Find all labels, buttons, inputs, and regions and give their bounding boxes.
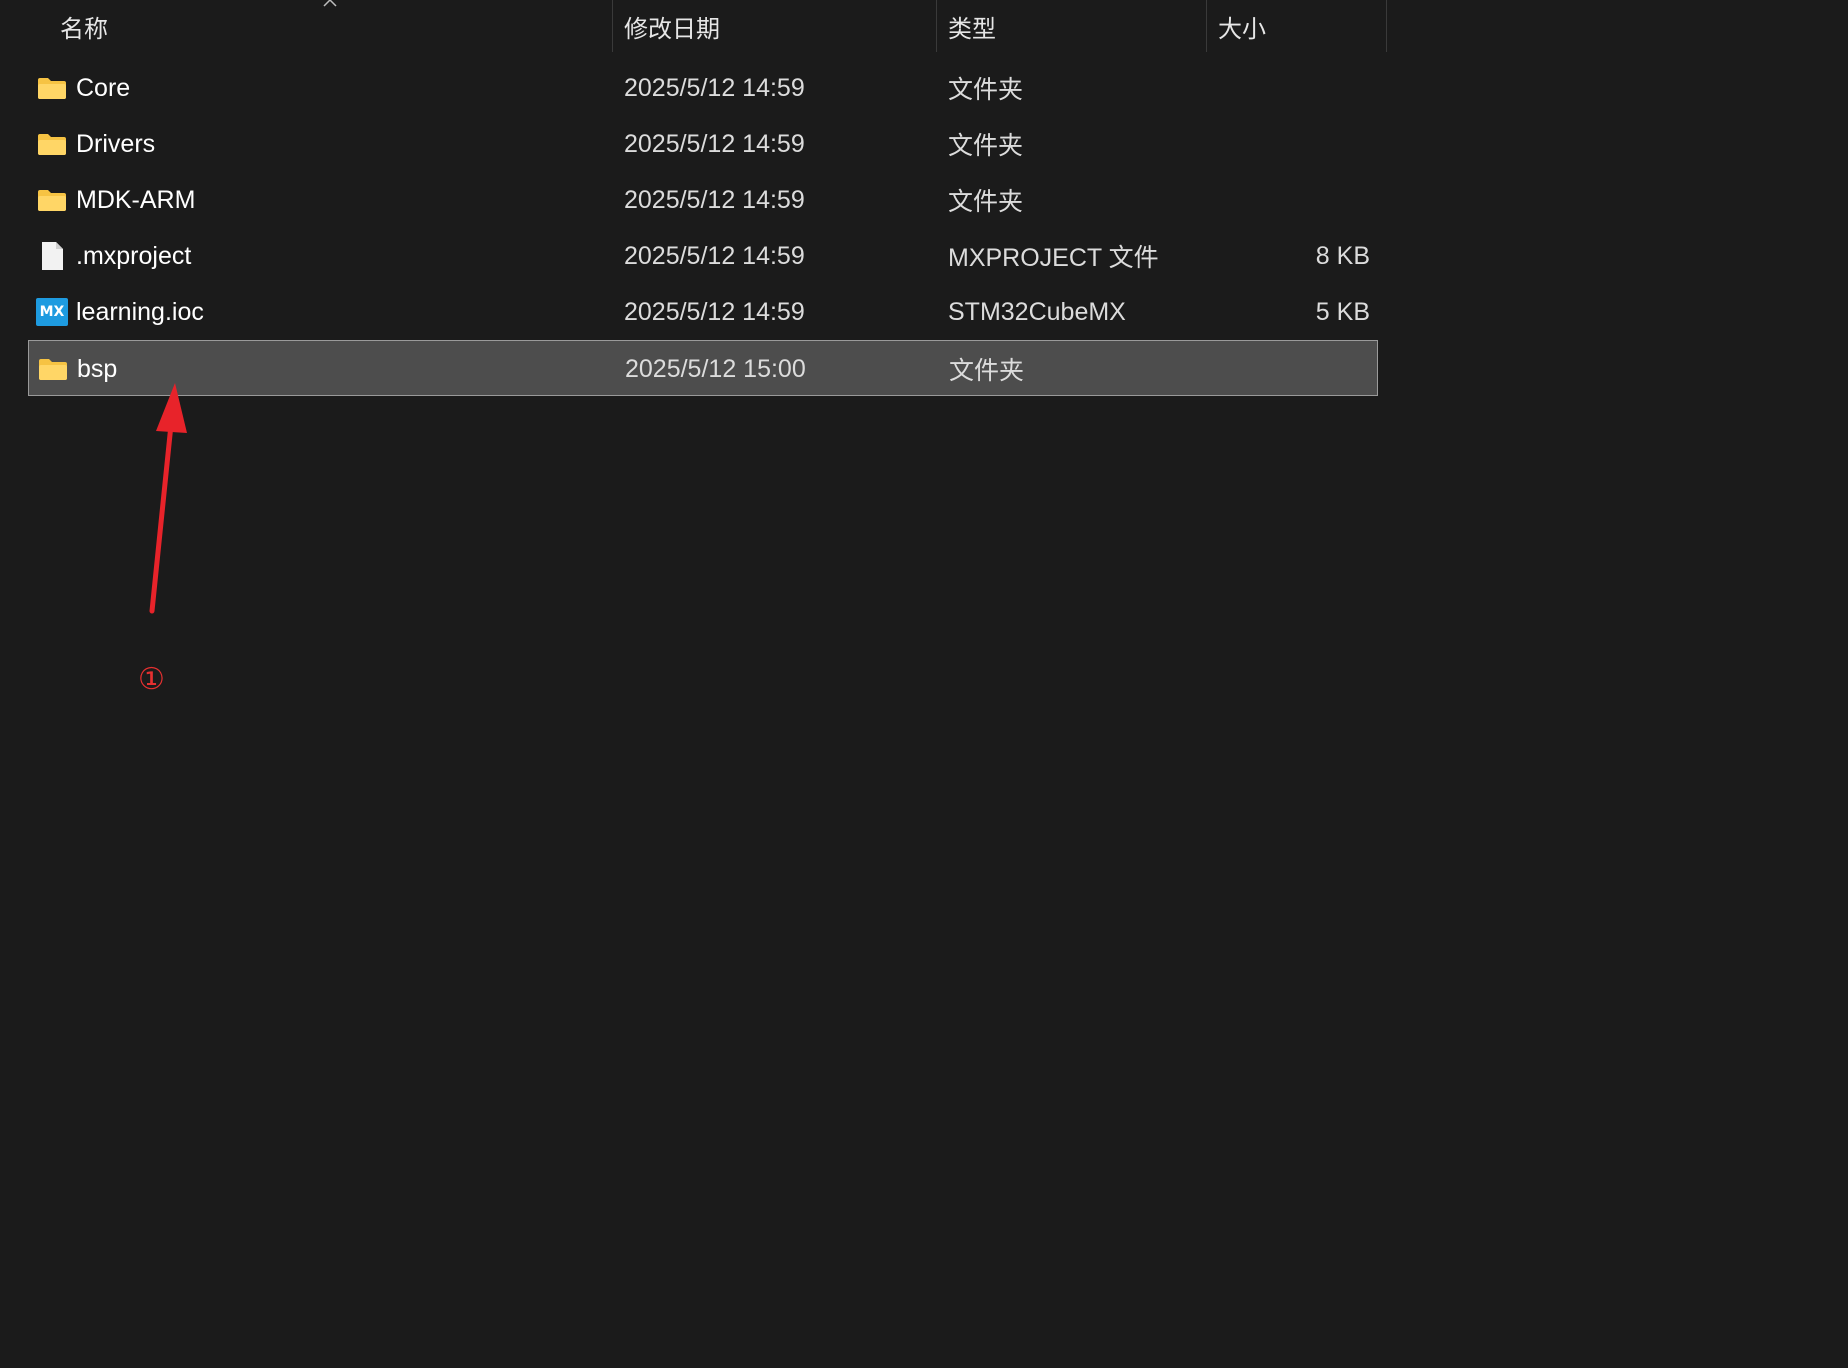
column-divider[interactable]	[1386, 0, 1387, 52]
column-header: 名称 修改日期 类型 大小	[0, 0, 1387, 52]
file-list: Core 2025/5/12 14:59 文件夹 Drivers 2025/5/…	[28, 60, 1378, 396]
file-name: .mxproject	[76, 241, 192, 270]
column-header-name[interactable]: 名称	[0, 0, 612, 52]
file-date-modified: 2025/5/12 14:59	[624, 129, 805, 158]
folder-icon	[36, 60, 68, 116]
file-size	[1188, 172, 1370, 228]
folder-icon	[36, 116, 68, 172]
file-type: 文件夹	[948, 132, 1024, 160]
annotation-arrow-icon	[149, 383, 187, 614]
file-row-mdk-arm[interactable]: MDK-ARM 2025/5/12 14:59 文件夹	[28, 172, 1378, 228]
column-header-type[interactable]: 类型	[936, 0, 1206, 52]
stm32cubemx-icon: MX	[36, 284, 68, 340]
file-type: STM32CubeMX	[948, 297, 1126, 326]
file-name: bsp	[77, 354, 118, 383]
file-icon	[36, 228, 68, 284]
file-date-modified: 2025/5/12 14:59	[624, 297, 805, 326]
column-header-date-modified[interactable]: 修改日期	[612, 0, 936, 52]
file-date-modified: 2025/5/12 14:59	[624, 241, 805, 270]
file-date-modified: 2025/5/12 15:00	[625, 354, 806, 383]
file-row-learning-ioc[interactable]: MX learning.ioc 2025/5/12 14:59 STM32Cub…	[28, 284, 1378, 340]
folder-icon	[37, 341, 69, 397]
file-size: 8 KB	[1315, 241, 1370, 270]
folder-icon	[36, 172, 68, 228]
file-name: Drivers	[76, 129, 156, 158]
file-type: MXPROJECT 文件	[948, 244, 1159, 272]
file-type: 文件夹	[948, 76, 1024, 104]
file-name: Core	[76, 73, 131, 102]
file-type: 文件夹	[948, 188, 1024, 216]
file-row-mxproject[interactable]: .mxproject 2025/5/12 14:59 MXPROJECT 文件 …	[28, 228, 1378, 284]
mx-badge: MX	[36, 298, 68, 326]
file-name: MDK-ARM	[76, 185, 196, 214]
file-size: 5 KB	[1315, 297, 1370, 326]
file-name: learning.ioc	[76, 297, 204, 326]
file-size	[1189, 341, 1371, 397]
file-size	[1188, 116, 1370, 172]
file-date-modified: 2025/5/12 14:59	[624, 185, 805, 214]
annotation-label: ①	[138, 662, 165, 697]
file-type: 文件夹	[949, 357, 1025, 385]
column-header-size[interactable]: 大小	[1206, 0, 1386, 52]
file-row-core[interactable]: Core 2025/5/12 14:59 文件夹	[28, 60, 1378, 116]
file-row-bsp[interactable]: bsp 2025/5/12 15:00 文件夹	[28, 340, 1378, 396]
file-date-modified: 2025/5/12 14:59	[624, 73, 805, 102]
file-size	[1188, 60, 1370, 116]
file-row-drivers[interactable]: Drivers 2025/5/12 14:59 文件夹	[28, 116, 1378, 172]
